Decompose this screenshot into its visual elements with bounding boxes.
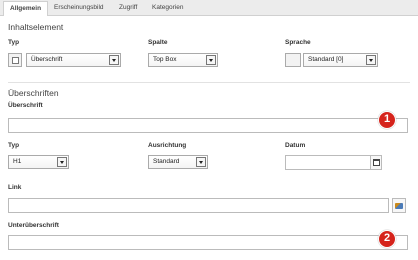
unterueberschrift-label: Unterüberschrift (8, 222, 59, 229)
ausrichtung-select[interactable]: Standard (148, 155, 208, 169)
calendar-button[interactable] (370, 155, 382, 170)
tab-allgemein[interactable]: Allgemein (3, 1, 49, 17)
chevron-down-icon (57, 157, 67, 167)
content-type-icon (8, 53, 22, 67)
chevron-down-icon (366, 55, 376, 65)
tab-bar: Allgemein Erscheinungsbild Zugriff Kateg… (0, 0, 418, 17)
calendar-icon (373, 159, 380, 166)
form-content: Inhaltselement Typ Überschrift Spalte To… (0, 16, 418, 260)
document-icon (12, 57, 19, 64)
unterueberschrift-input[interactable] (8, 235, 408, 250)
typ-select-value: Überschrift (31, 56, 63, 63)
tab-kategorien[interactable]: Kategorien (146, 1, 189, 16)
language-flag-icon (285, 53, 301, 67)
section-title-ueberschriften: Überschriften (8, 88, 59, 98)
sprache-select[interactable]: Standard [0] (303, 53, 378, 67)
ueberschrift-label: Überschrift (8, 102, 43, 109)
spalte-label: Spalte (148, 39, 168, 46)
heading-typ-select-value: H1 (13, 158, 22, 165)
annotation-badge-1: 1 (378, 111, 396, 129)
chevron-down-icon (196, 157, 206, 167)
section-divider (8, 82, 410, 83)
section-title-inhaltselement: Inhaltselement (8, 22, 64, 32)
chevron-down-icon (206, 55, 216, 65)
sprache-label: Sprache (285, 39, 311, 46)
ausrichtung-label: Ausrichtung (148, 142, 187, 149)
tab-zugriff[interactable]: Zugriff (113, 1, 143, 16)
datum-input[interactable] (285, 155, 371, 170)
spalte-select[interactable]: Top Box (148, 53, 218, 67)
sprache-select-value: Standard [0] (308, 56, 344, 63)
link-wizard-button[interactable] (392, 198, 406, 213)
link-input[interactable] (8, 198, 389, 213)
ausrichtung-select-value: Standard (153, 158, 180, 165)
chevron-down-icon (109, 55, 119, 65)
annotation-badge-2: 2 (378, 230, 396, 248)
link-wizard-icon (395, 203, 403, 209)
datum-label: Datum (285, 142, 306, 149)
typ-select[interactable]: Überschrift (26, 53, 121, 67)
heading-typ-label: Typ (8, 142, 20, 149)
typ-label: Typ (8, 39, 20, 46)
link-label: Link (8, 184, 22, 191)
heading-typ-select[interactable]: H1 (8, 155, 69, 169)
ueberschrift-input[interactable] (8, 118, 408, 133)
spalte-select-value: Top Box (153, 56, 177, 63)
tab-erscheinungsbild[interactable]: Erscheinungsbild (48, 1, 110, 16)
